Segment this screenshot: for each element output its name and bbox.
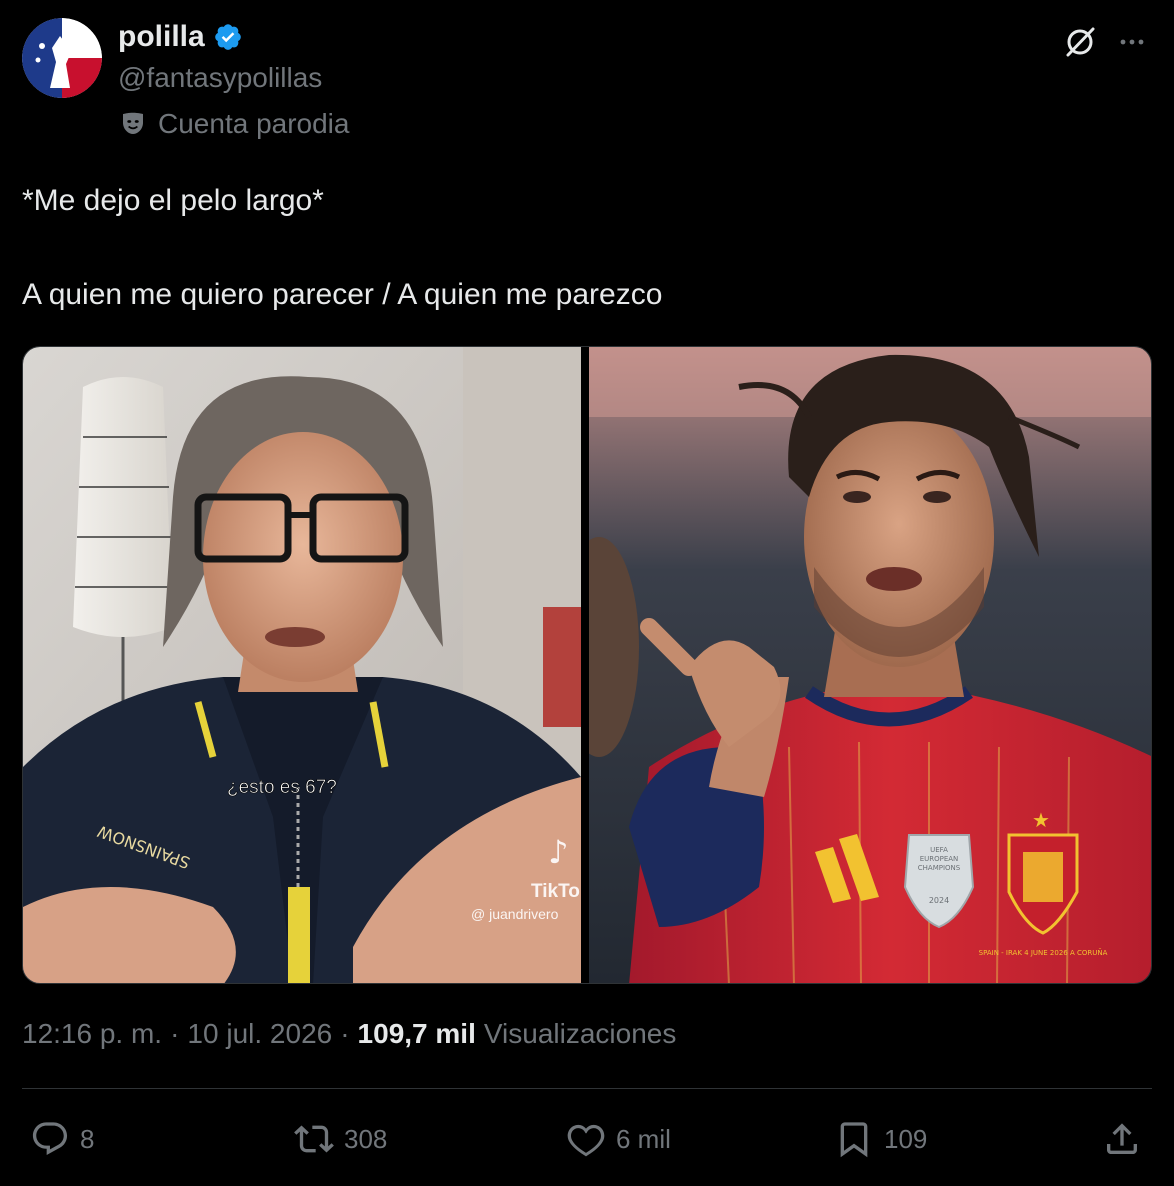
badge-line2: EUROPEAN: [920, 855, 959, 863]
meta-separator: ·: [170, 1018, 180, 1049]
like-count: 6 mil: [616, 1123, 671, 1154]
repost-button[interactable]: 308: [294, 1112, 387, 1166]
reply-button[interactable]: 8: [30, 1112, 94, 1166]
share-icon: [1107, 1123, 1137, 1154]
grok-icon[interactable]: [1062, 24, 1098, 60]
like-button[interactable]: 6 mil: [566, 1112, 671, 1166]
author-handle[interactable]: @fantasypolillas: [118, 62, 322, 94]
repost-count: 308: [344, 1123, 388, 1154]
verified-badge-icon[interactable]: [213, 22, 243, 52]
bookmark-button[interactable]: 109: [834, 1112, 927, 1166]
tweet-date[interactable]: 10 jul. 2026: [187, 1018, 332, 1050]
tweet-line-2: A quien me quiero parecer / A quien me p…: [22, 278, 663, 311]
author-name-row: polilla: [118, 20, 243, 54]
theater-mask-icon: [118, 109, 148, 139]
match-info: SPAIN - IRAK 4 JUNE 2026 A CORUÑA: [979, 948, 1108, 957]
views-count: 109,7 mil: [357, 1018, 476, 1049]
tiktok-note-icon: ♪: [548, 833, 568, 871]
meta-separator: ·: [340, 1018, 350, 1049]
star-icon: ★: [1032, 808, 1050, 832]
reply-icon: [32, 1122, 68, 1155]
media-divider: [581, 347, 589, 983]
badge-line3: CHAMPIONS: [918, 864, 961, 872]
badge-year: 2024: [929, 896, 949, 905]
tiktok-brand: TikTok: [531, 881, 581, 902]
tiktok-user: @ juandrivero: [471, 906, 559, 922]
action-bar: 8 308 6 mil 109: [22, 1112, 1152, 1166]
tweet-time[interactable]: 12:16 p. m.: [22, 1018, 162, 1050]
author-name[interactable]: polilla: [118, 20, 205, 54]
bookmark-count: 109: [884, 1123, 928, 1154]
parody-label: Cuenta parodia: [118, 108, 349, 140]
views-label: Visualizaciones: [483, 1018, 677, 1049]
more-options-icon[interactable]: [1114, 24, 1150, 60]
reply-count: 8: [80, 1123, 95, 1154]
repost-icon: [294, 1125, 334, 1153]
share-button[interactable]: [1102, 1112, 1142, 1166]
media-image-left[interactable]: SPAINSNOW ¿esto es 67? ♪ TikTok @ juandr…: [23, 347, 581, 983]
tweet-meta: 12:16 p. m. · 10 jul. 2026 · 109,7 mil V…: [22, 1018, 676, 1050]
heart-icon: [567, 1124, 605, 1157]
tweet-line-1: *Me dejo el pelo largo*: [22, 184, 324, 217]
media-image-right[interactable]: UEFA EUROPEAN CHAMPIONS 2024 ★ SPAIN - I…: [589, 347, 1151, 983]
badge-line1: UEFA: [930, 846, 948, 854]
tweet-media[interactable]: SPAINSNOW ¿esto es 67? ♪ TikTok @ juandr…: [22, 346, 1152, 984]
left-caption: ¿esto es 67?: [227, 777, 337, 798]
bookmark-icon: [840, 1122, 868, 1158]
parody-label-text: Cuenta parodia: [158, 108, 350, 139]
divider: [22, 1088, 1152, 1089]
tweet-text: *Me dejo el pelo largo* A quien me quier…: [22, 182, 662, 314]
author-avatar[interactable]: [22, 18, 102, 98]
